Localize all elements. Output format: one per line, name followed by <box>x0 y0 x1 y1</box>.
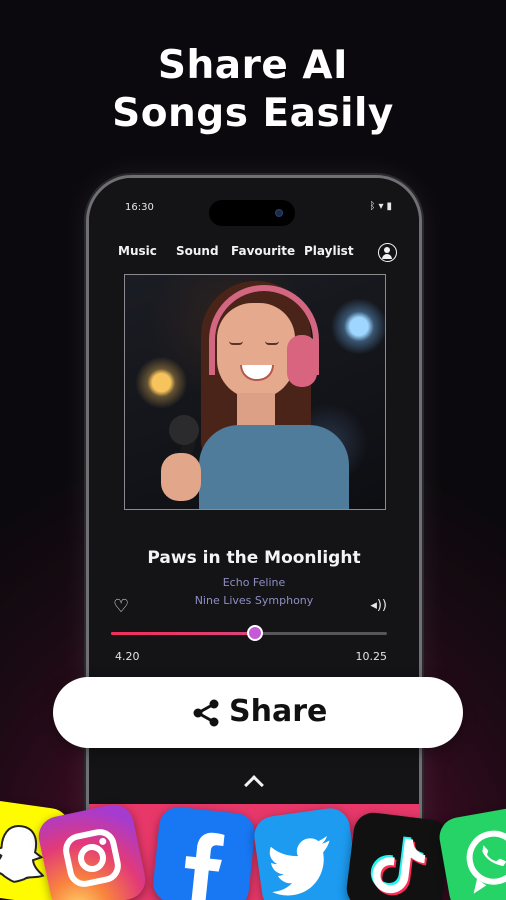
song-title: Paws in the Moonlight <box>147 548 361 568</box>
share-button[interactable]: Share <box>53 677 463 748</box>
headline: Share AI Songs Easily <box>0 42 506 138</box>
phone-screen: 16:30 ᛒ▾▮ Music Sound Favourite Playlist… <box>89 178 419 900</box>
heart-icon[interactable]: ♡ <box>113 596 129 617</box>
tab-playlist[interactable]: Playlist <box>304 244 354 258</box>
progress-thumb[interactable] <box>246 625 263 641</box>
battery-icon: ▮ <box>386 201 395 212</box>
tab-sound[interactable]: Sound <box>176 244 219 258</box>
twitter-icon[interactable] <box>251 805 361 900</box>
facebook-icon[interactable] <box>151 805 257 900</box>
progress-fill <box>111 632 255 635</box>
status-icons: ᛒ▾▮ <box>369 201 395 212</box>
camera-icon <box>275 209 283 217</box>
total-time: 10.25 <box>355 650 388 663</box>
tiktok-icon[interactable] <box>344 810 452 900</box>
headline-line-2: Songs Easily <box>112 91 394 136</box>
whatsapp-icon[interactable] <box>436 804 506 900</box>
profile-icon[interactable] <box>378 243 397 262</box>
share-label: Share <box>229 694 328 729</box>
tab-favourite[interactable]: Favourite <box>231 244 295 258</box>
dynamic-island <box>209 200 295 226</box>
progress-slider[interactable] <box>111 625 387 641</box>
status-time: 16:30 <box>125 202 154 213</box>
top-nav: Music Sound Favourite Playlist <box>89 243 419 264</box>
status-bar: 16:30 ᛒ▾▮ <box>89 200 419 226</box>
headline-line-1: Share AI <box>157 43 349 88</box>
album-art <box>124 274 386 510</box>
chevron-up-icon[interactable] <box>244 775 264 795</box>
share-icon <box>193 699 219 727</box>
tab-music[interactable]: Music <box>118 244 157 258</box>
current-time: 4.20 <box>115 650 140 663</box>
volume-icon[interactable]: ◂)) <box>370 598 387 613</box>
artist-name: Echo Feline <box>222 576 286 589</box>
